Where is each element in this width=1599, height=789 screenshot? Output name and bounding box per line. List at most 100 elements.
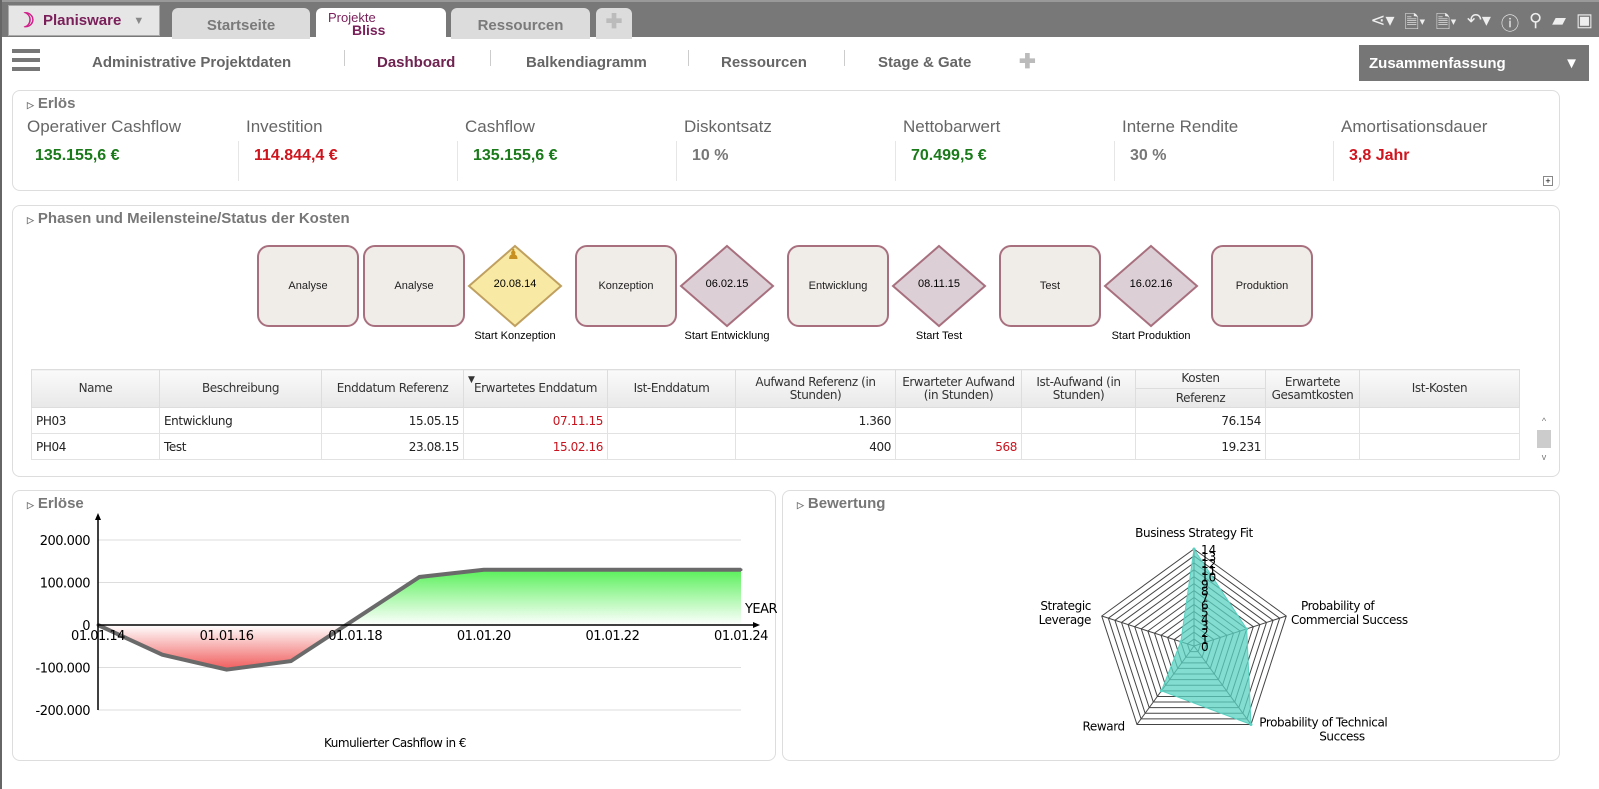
phase-box[interactable]: Konzeption xyxy=(575,245,677,327)
y-axis-arrow-icon xyxy=(95,513,101,520)
phase-box[interactable]: Analyse xyxy=(257,245,359,327)
phase-box[interactable]: Analyse xyxy=(363,245,465,327)
pdf-icon[interactable]: 🗎▾ xyxy=(1405,10,1426,40)
column-header[interactable]: Ist-Kosten xyxy=(1359,369,1520,408)
table-cell: 07.11.15 xyxy=(463,407,608,434)
nav-ressourcen[interactable]: Ressourcen xyxy=(721,54,807,71)
sort-desc-icon[interactable]: ▼ xyxy=(468,374,475,387)
radar-point xyxy=(1245,627,1249,631)
x-axis-arrow-icon xyxy=(753,622,760,628)
search-icon[interactable]: ⚲ xyxy=(1529,10,1542,40)
kpi-value: 135.155,6 € xyxy=(35,147,120,164)
kpi: Investition 114.844,4 € xyxy=(246,117,338,165)
chevron-down-icon: ▼ xyxy=(133,14,145,27)
summary-dropdown[interactable]: Zusammenfassung ▼ xyxy=(1359,45,1589,81)
column-header-kosten[interactable]: Kosten Referenz xyxy=(1135,369,1266,408)
table-cell: 15.02.16 xyxy=(463,433,608,460)
table-row[interactable]: PH04 Test 23.08.15 15.02.16 400 568 19.231 xyxy=(31,433,1520,460)
info-icon[interactable]: ⓘ xyxy=(1501,10,1519,40)
save-icon[interactable]: ▣ xyxy=(1576,10,1593,40)
data-point xyxy=(739,568,743,572)
column-header[interactable]: Erwarteter Aufwand (in Stunden) xyxy=(895,369,1022,408)
add-tab-button[interactable]: ✚ xyxy=(596,8,632,39)
positive-area xyxy=(346,569,741,625)
phase-box[interactable]: Entwicklung xyxy=(787,245,889,327)
phases-table: Name Beschreibung Enddatum Referenz ▼ Erwart… xyxy=(31,369,1520,460)
data-point xyxy=(160,653,164,657)
column-header[interactable]: Ist-Aufwand (in Stunden) xyxy=(1021,369,1136,408)
milestone-label: Start Konzeption xyxy=(474,330,556,342)
brand-menu[interactable]: ☽ Planisware ▼ xyxy=(8,5,160,36)
tab-ressourcen[interactable]: Ressourcen xyxy=(451,8,590,39)
nav-balkendiagramm[interactable]: Balkendiagramm xyxy=(526,54,647,71)
stamp-icon: ♟ xyxy=(507,246,520,262)
phase-box[interactable]: Test xyxy=(999,245,1101,327)
panel-title[interactable]: ▷ Erlös xyxy=(27,95,75,112)
kpi-value: 10 % xyxy=(692,147,729,164)
data-point xyxy=(482,568,486,572)
comment-icon[interactable]: ▰ xyxy=(1552,10,1566,40)
milestone[interactable]: 20.08.14 ♟ xyxy=(467,244,563,328)
table-row[interactable]: PH03 Entwicklung 15.05.15 07.11.15 1.360 76.1… xyxy=(31,407,1520,434)
nav-administrative-projektdaten[interactable]: Administrative Projektdaten xyxy=(92,54,291,71)
y-tick-label: 200.000 xyxy=(40,534,90,549)
table-cell xyxy=(1021,407,1136,434)
x-tick-label: 01.01.14 xyxy=(71,629,125,644)
column-header[interactable]: Beschreibung xyxy=(159,369,322,408)
table-cell: 400 xyxy=(735,433,896,460)
column-header[interactable]: Ist-Enddatum xyxy=(607,369,736,408)
table-cell: 19.231 xyxy=(1135,433,1266,460)
erloes-panel: ▷ Erlös Operativer Cashflow 135.155,6 € Inv… xyxy=(12,90,1560,191)
kpi: Operativer Cashflow 135.155,6 € xyxy=(27,117,181,165)
kpi-value: 135.155,6 € xyxy=(473,147,558,164)
y-tick-label: -100.000 xyxy=(36,662,91,677)
radar-chart: 01234567891011121314Business Strategy Fi… xyxy=(1039,526,1409,744)
table-cell xyxy=(1021,433,1136,460)
milestone-date: 06.02.15 xyxy=(705,278,749,290)
phase-box[interactable]: Produktion xyxy=(1211,245,1313,327)
milestone-date: 20.08.14 xyxy=(493,278,537,290)
milestone-label: Start Entwicklung xyxy=(684,330,770,342)
column-header[interactable]: Enddatum Referenz xyxy=(321,369,464,408)
kpi-label: Investition xyxy=(246,117,323,136)
table-cell: PH03 xyxy=(31,407,160,434)
x-tick-label: 01.01.20 xyxy=(457,629,511,644)
tab-projekte[interactable]: Projekte Bliss xyxy=(316,8,446,39)
milestone-label: Start Test xyxy=(915,330,963,342)
kpi: Interne Rendite 30 % xyxy=(1122,117,1238,165)
add-view-button[interactable]: ✚ xyxy=(1019,49,1036,74)
milestone[interactable]: 08.11.15 xyxy=(891,244,987,328)
excel-icon[interactable]: 🗎▾ xyxy=(1436,10,1457,40)
kpi-value: 3,8 Jahr xyxy=(1349,147,1410,164)
table-scrollbar[interactable]: ^ v xyxy=(1537,416,1551,472)
kpi-label: Cashflow xyxy=(465,117,535,136)
column-header[interactable]: ▼ Erwartetes Enddatum xyxy=(463,369,608,408)
radar-point xyxy=(1179,640,1183,644)
table-cell: PH04 xyxy=(31,433,160,460)
tab-startseite[interactable]: Startseite xyxy=(172,8,310,39)
phases-panel: ▷ Phasen und Meilensteine/Status der Kost… xyxy=(12,205,1560,477)
table-cell: Entwicklung xyxy=(159,407,322,434)
table-cell: Test xyxy=(159,433,322,460)
column-header[interactable]: Name xyxy=(31,369,160,408)
data-point xyxy=(546,568,550,572)
table-cell: 15.05.15 xyxy=(321,407,464,434)
table-cell xyxy=(607,407,736,434)
panel-title[interactable]: ▷ Phasen und Meilensteine/Status der Kost… xyxy=(27,210,350,227)
x-tick-label: 01.01.24 xyxy=(714,629,768,644)
kpi-label: Operativer Cashflow xyxy=(27,117,182,136)
undo-icon[interactable]: ↶▾ xyxy=(1467,10,1491,40)
column-header[interactable]: Erwartete Gesamtkosten xyxy=(1265,369,1360,408)
nav-stage-gate[interactable]: Stage & Gate xyxy=(878,54,971,71)
share-icon[interactable]: ⋖▾ xyxy=(1370,10,1394,40)
table-cell: 1.360 xyxy=(735,407,896,434)
milestone[interactable]: 16.02.16 xyxy=(1103,244,1199,328)
expand-icon[interactable]: + xyxy=(1543,176,1553,186)
nav-dashboard[interactable]: Dashboard xyxy=(377,54,455,71)
menu-icon[interactable] xyxy=(12,49,40,71)
data-point xyxy=(418,575,421,579)
chevron-down-icon: ▼ xyxy=(1564,54,1579,72)
milestone[interactable]: 06.02.15 xyxy=(679,244,775,328)
radar-axis-label: Probability of Technical Success xyxy=(1259,716,1387,744)
column-header[interactable]: Aufwand Referenz (in Stunden) xyxy=(735,369,896,408)
